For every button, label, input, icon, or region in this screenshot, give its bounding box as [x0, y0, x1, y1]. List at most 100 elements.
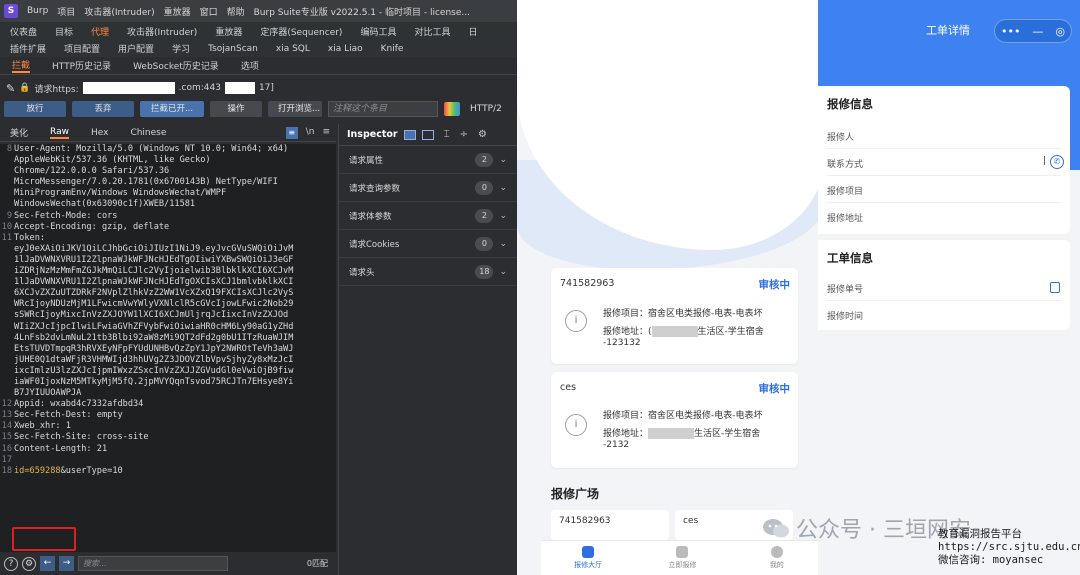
- forward-button[interactable]: 放行: [4, 101, 66, 117]
- tab-target[interactable]: 目标: [55, 25, 73, 38]
- tab-tsojanscan[interactable]: TsojanScan: [208, 44, 258, 54]
- layout-split-icon[interactable]: [403, 129, 416, 140]
- body-id-param: id=659288: [14, 465, 61, 476]
- chevron-down-icon[interactable]: ⌄: [499, 267, 507, 277]
- line-text: Content-Length: 21: [14, 443, 108, 454]
- tab-user-options[interactable]: 用户配置: [118, 42, 154, 55]
- tab-logger[interactable]: 日: [468, 25, 477, 38]
- next-match-arrow-icon[interactable]: →: [59, 556, 74, 571]
- intercept-toggle-button[interactable]: 拦截已开...: [140, 101, 204, 117]
- tab-xia-liao[interactable]: xia Liao: [328, 44, 363, 54]
- line-text: Token:: [14, 232, 46, 243]
- tab-project-options[interactable]: 项目配置: [64, 42, 100, 55]
- repair-square-title: 报修广场: [551, 487, 600, 501]
- tab-knife[interactable]: Knife: [381, 44, 404, 54]
- minimize-icon[interactable]: —: [1032, 25, 1043, 38]
- home-icon: [582, 546, 595, 558]
- pencil-icon[interactable]: ✎: [6, 82, 15, 95]
- chevron-down-icon[interactable]: ⌄: [499, 239, 507, 249]
- open-browser-button[interactable]: 打开浏览...: [268, 101, 322, 117]
- chevron-down-icon[interactable]: ⌄: [499, 155, 507, 165]
- burp-menubar: S Burp 项目 攻击器(Intruder) 重放器 窗口 帮助 Burp S…: [0, 0, 517, 22]
- editor-line: 6XCJvZXZuUTZDRkF2NVplZlhkVzZ2WW1VcXZxQ19…: [0, 288, 336, 299]
- editor-line: jUHE0Q1dtaWFjR3VHMWIjd3hhUVg2Z3JDOVZlbVp…: [0, 355, 336, 366]
- more-icon[interactable]: •••: [1001, 25, 1020, 38]
- repair-card[interactable]: ces 审核中 i 报修项目：宿舍区电类报修-电表-电表坏 报修地址： 生活区-学…: [551, 372, 798, 468]
- chevron-down-icon[interactable]: ⌄: [499, 211, 507, 221]
- line-number: 13: [1, 410, 12, 421]
- align-icon[interactable]: ⌶: [444, 129, 450, 140]
- tab-dashboard[interactable]: 仪表盘: [10, 25, 37, 38]
- phone-icon[interactable]: ✆: [1050, 155, 1064, 169]
- line-text: 6XCJvZXZuUTZDRkF2NVplZlhkVzZ2WW1VcXZxQ19…: [14, 288, 294, 299]
- copy-icon[interactable]: [1050, 282, 1060, 293]
- tab-extensions[interactable]: 插件扩展: [10, 42, 46, 55]
- inspector-item-count: 0: [475, 236, 494, 251]
- line-text: 1lJaDVWNXVRU1I2ZlpnaWJkWFJNcHJEdTgOXCIsX…: [14, 277, 294, 288]
- newline-icon[interactable]: \n: [306, 127, 315, 139]
- subtab-intercept[interactable]: 拦截: [12, 58, 31, 73]
- prev-match-arrow-icon[interactable]: ←: [40, 556, 55, 571]
- menu-intruder[interactable]: 攻击器(Intruder): [84, 5, 154, 18]
- editor-tab-hex[interactable]: Hex: [91, 128, 108, 138]
- help-icon[interactable]: ?: [4, 556, 18, 571]
- raw-request-editor[interactable]: 8 User-Agent: Mozilla/5.0 (Windows NT 10.…: [0, 144, 336, 552]
- request-prefix: 请求https:: [34, 84, 79, 95]
- search-input[interactable]: 搜索...: [78, 556, 228, 571]
- tab-proxy[interactable]: 代理: [91, 25, 109, 38]
- tab-repair-hall[interactable]: 报修大厅: [541, 541, 635, 575]
- repair-card[interactable]: 741582963 审核中 i 报修项目：宿舍区电类报修-电表-电表坏 报修地址…: [551, 268, 798, 364]
- ad-line-1: 教育漏洞报告平台: [938, 528, 1022, 540]
- drop-button[interactable]: 丢弃: [72, 101, 134, 117]
- settings-gear-icon[interactable]: ⚙: [22, 556, 36, 571]
- inspector-panel: Inspector ⌶ ÷ ⚙ 请求属性 2 ⌄ 请求查询参数 0 ⌄ 请求体参…: [338, 124, 517, 575]
- inspector-item-count: 0: [475, 180, 494, 195]
- inspector-title: Inspector: [347, 129, 398, 140]
- close-icon[interactable]: ◎: [1055, 25, 1065, 38]
- tab-comparer[interactable]: 对比工具: [414, 25, 450, 38]
- info-icon: i: [565, 414, 587, 436]
- subtab-http-history[interactable]: HTTP历史记录: [52, 59, 111, 72]
- inspector-item-headers[interactable]: 请求头 18 ⌄: [339, 258, 517, 286]
- redacted-host: [82, 82, 175, 94]
- comment-input[interactable]: 注释这个条目: [328, 101, 438, 117]
- tab-report-now[interactable]: 立即报修: [635, 541, 729, 575]
- line-text: Sec-Fetch-Site: cross-site: [14, 432, 149, 443]
- editor-tab-pretty[interactable]: 美化: [10, 126, 28, 139]
- menu-repeater[interactable]: 重放器: [164, 5, 191, 18]
- inspector-item-query-params[interactable]: 请求查询参数 0 ⌄: [339, 174, 517, 202]
- highlight-color-icon[interactable]: [444, 102, 460, 116]
- tab-xia-sql[interactable]: xia SQL: [276, 44, 310, 54]
- protocol-label: HTTP/2: [470, 104, 502, 114]
- collapse-icon[interactable]: ÷: [460, 129, 468, 140]
- inspector-item-request-attributes[interactable]: 请求属性 2 ⌄: [339, 146, 517, 174]
- tab-mine[interactable]: 我的: [730, 541, 824, 575]
- divider: [827, 148, 1061, 149]
- lock-icon: 🔒: [19, 83, 31, 93]
- tab-learn[interactable]: 学习: [172, 42, 190, 55]
- menu-help[interactable]: 帮助: [227, 5, 245, 18]
- menu-burp[interactable]: Burp: [27, 6, 48, 16]
- tab-decoder[interactable]: 编码工具: [360, 25, 396, 38]
- editor-tab-chinese[interactable]: Chinese: [130, 128, 166, 138]
- inspector-item-body-params[interactable]: 请求体参数 2 ⌄: [339, 202, 517, 230]
- menu-project[interactable]: 项目: [57, 5, 75, 18]
- chevron-down-icon[interactable]: ⌄: [499, 183, 507, 193]
- subtab-options[interactable]: 选项: [241, 59, 259, 72]
- inspector-item-cookies[interactable]: 请求Cookies 0 ⌄: [339, 230, 517, 258]
- action-button[interactable]: 操作: [210, 101, 262, 117]
- editor-tab-raw[interactable]: Raw: [50, 127, 69, 139]
- menu-window[interactable]: 窗口: [200, 5, 218, 18]
- line-text: B7JYIUUOAWPJA: [14, 388, 82, 399]
- wrap-toggle-icon[interactable]: ≡: [285, 126, 298, 139]
- tab-intruder[interactable]: 攻击器(Intruder): [127, 25, 197, 38]
- menu-icon[interactable]: ≡: [322, 127, 330, 139]
- tab-repeater[interactable]: 重放器: [215, 25, 242, 38]
- mini-card[interactable]: 741582963: [551, 510, 669, 540]
- repair-info-card: 报修信息 报修人 联系方式 | ✆ 报修项目 报修地址: [818, 86, 1070, 234]
- subtab-websocket-history[interactable]: WebSocket历史记录: [133, 59, 219, 72]
- layout-single-icon[interactable]: [421, 129, 434, 140]
- tab-sequencer[interactable]: 定序器(Sequencer): [260, 25, 342, 38]
- gear-icon[interactable]: ⚙: [478, 129, 487, 140]
- line-text: eyJ0eXAiOiJKV1QiLCJhbGciOiJIUzI1NiJ9.eyJ…: [14, 243, 294, 254]
